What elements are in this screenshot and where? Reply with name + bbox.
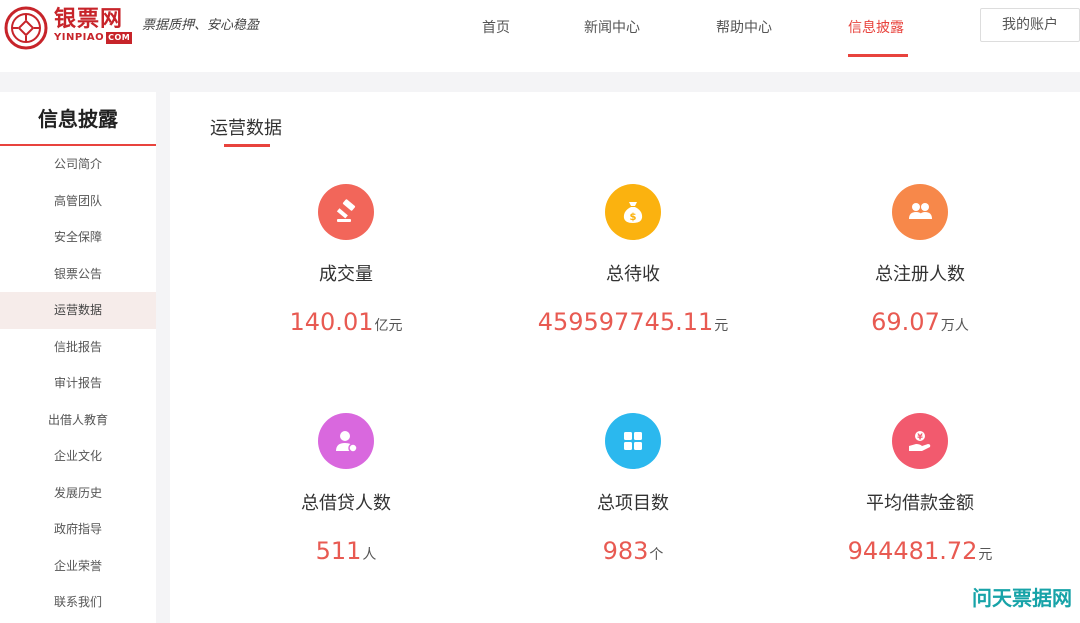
stat-volume: 成交量 140.01亿元 [226,184,466,336]
stat-projects: 总项目数 983个 [513,413,753,565]
sidebar-item-lender-education[interactable]: 出借人教育 [0,402,156,439]
sidebar-item-audit-report[interactable]: 审计报告 [0,365,156,402]
stat-value: 983个 [602,537,664,565]
stat-label: 成交量 [319,264,373,285]
svg-text:¥: ¥ [917,433,923,442]
stat-unit: 元 [714,318,729,334]
stat-value: 69.07万人 [871,308,969,336]
section-title: 运营数据 [210,118,282,139]
stat-value: 511人 [315,537,377,565]
sidebar-item-operation-data[interactable]: 运营数据 [0,292,156,329]
sidebar-item-company-intro[interactable]: 公司简介 [0,146,156,183]
brand-en: YINPIAO COM [54,32,133,44]
brand[interactable]: 银票网 YINPIAO COM [54,7,133,44]
section-title-underline [224,144,270,147]
stat-label: 总注册人数 [875,264,965,285]
sidebar-item-security[interactable]: 安全保障 [0,219,156,256]
stat-label: 总借贷人数 [301,493,391,514]
user-badge-icon [318,413,374,469]
sidebar-item-contact[interactable]: 联系我们 [0,584,156,621]
brand-name: 银票网 [54,7,124,32]
stat-total-receivable: $ 总待收 459597745.11元 [513,184,753,336]
stat-unit: 万人 [940,318,969,334]
nav-news[interactable]: 新闻中心 [584,17,640,37]
svg-text:$: $ [630,212,637,223]
sidebar-item-executives[interactable]: 高管团队 [0,183,156,220]
hand-coin-icon: ¥ [892,413,948,469]
top-header: 银票网 YINPIAO COM 票据质押、安心稳盈 首页 新闻中心 帮助中心 信息… [0,0,1080,72]
stat-label: 平均借款金额 [866,493,974,514]
nav-active-underline [848,54,908,57]
sidebar-item-history[interactable]: 发展历史 [0,475,156,512]
nav-disclosure[interactable]: 信息披露 [848,17,904,37]
stat-label: 总项目数 [597,493,669,514]
users-icon [892,184,948,240]
nav-home[interactable]: 首页 [482,17,510,37]
gavel-icon [318,184,374,240]
stat-unit: 亿元 [374,318,403,334]
brand-com: COM [106,32,133,44]
yinpiao-logo-icon[interactable] [4,6,48,50]
watermark-text: 问天票据网 [972,586,1072,610]
sidebar-item-announcements[interactable]: 银票公告 [0,256,156,293]
stat-unit: 人 [362,547,377,563]
nav-help[interactable]: 帮助中心 [716,17,772,37]
sidebar-item-culture[interactable]: 企业文化 [0,438,156,475]
sidebar-item-disclosure-report[interactable]: 信批报告 [0,329,156,366]
stat-value: 140.01亿元 [289,308,403,336]
stat-registered-users: 总注册人数 69.07万人 [800,184,1040,336]
grid-icon [605,413,661,469]
my-account-button[interactable]: 我的账户 [980,8,1080,42]
stat-borrowers: 总借贷人数 511人 [226,413,466,565]
sidebar-item-government[interactable]: 政府指导 [0,511,156,548]
stat-average-loan: ¥ 平均借款金额 944481.72元 [800,413,1040,565]
main-content: 运营数据 成交量 140.01亿元 $ 总待收 459597745.11元 总注… [170,92,1080,623]
sidebar-item-honors[interactable]: 企业荣誉 [0,548,156,585]
stat-label: 总待收 [606,264,660,285]
stat-value: 944481.72元 [847,537,993,565]
money-bag-icon: $ [605,184,661,240]
slogan: 票据质押、安心稳盈 [142,18,260,33]
sidebar-title: 信息披露 [0,92,156,146]
stat-value: 459597745.11元 [537,308,729,336]
sidebar: 信息披露 公司简介 高管团队 安全保障 银票公告 运营数据 信批报告 审计报告 … [0,92,156,623]
stat-unit: 元 [978,547,993,563]
stat-unit: 个 [649,547,664,563]
